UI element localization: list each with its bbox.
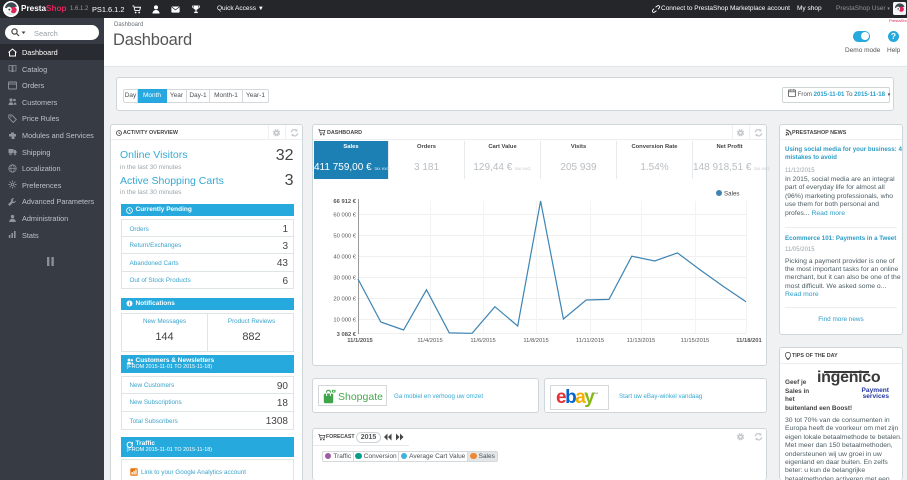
svg-text:11/13/2015: 11/13/2015: [627, 338, 656, 344]
svg-text:11/4/2015: 11/4/2015: [417, 338, 442, 344]
svg-text:30 000 €: 30 000 €: [333, 276, 356, 282]
svg-text:11/15/2015: 11/15/2015: [681, 338, 710, 344]
svg-text:Sales: Sales: [724, 191, 739, 198]
svg-text:11/8/2015: 11/8/2015: [523, 338, 548, 344]
svg-text:20 000 €: 20 000 €: [333, 297, 356, 303]
svg-text:11/6/2015: 11/6/2015: [470, 338, 495, 344]
svg-text:11/11/2015: 11/11/2015: [576, 338, 604, 344]
svg-text:11/18/201: 11/18/201: [736, 338, 762, 344]
svg-text:66 912 €: 66 912 €: [333, 199, 356, 205]
svg-text:10 000 €: 10 000 €: [333, 318, 356, 324]
svg-text:50 000 €: 50 000 €: [333, 234, 356, 240]
svg-text:40 000 €: 40 000 €: [333, 255, 356, 261]
svg-text:11/1/2015: 11/1/2015: [347, 338, 373, 344]
svg-text:60 000 €: 60 000 €: [333, 213, 356, 219]
